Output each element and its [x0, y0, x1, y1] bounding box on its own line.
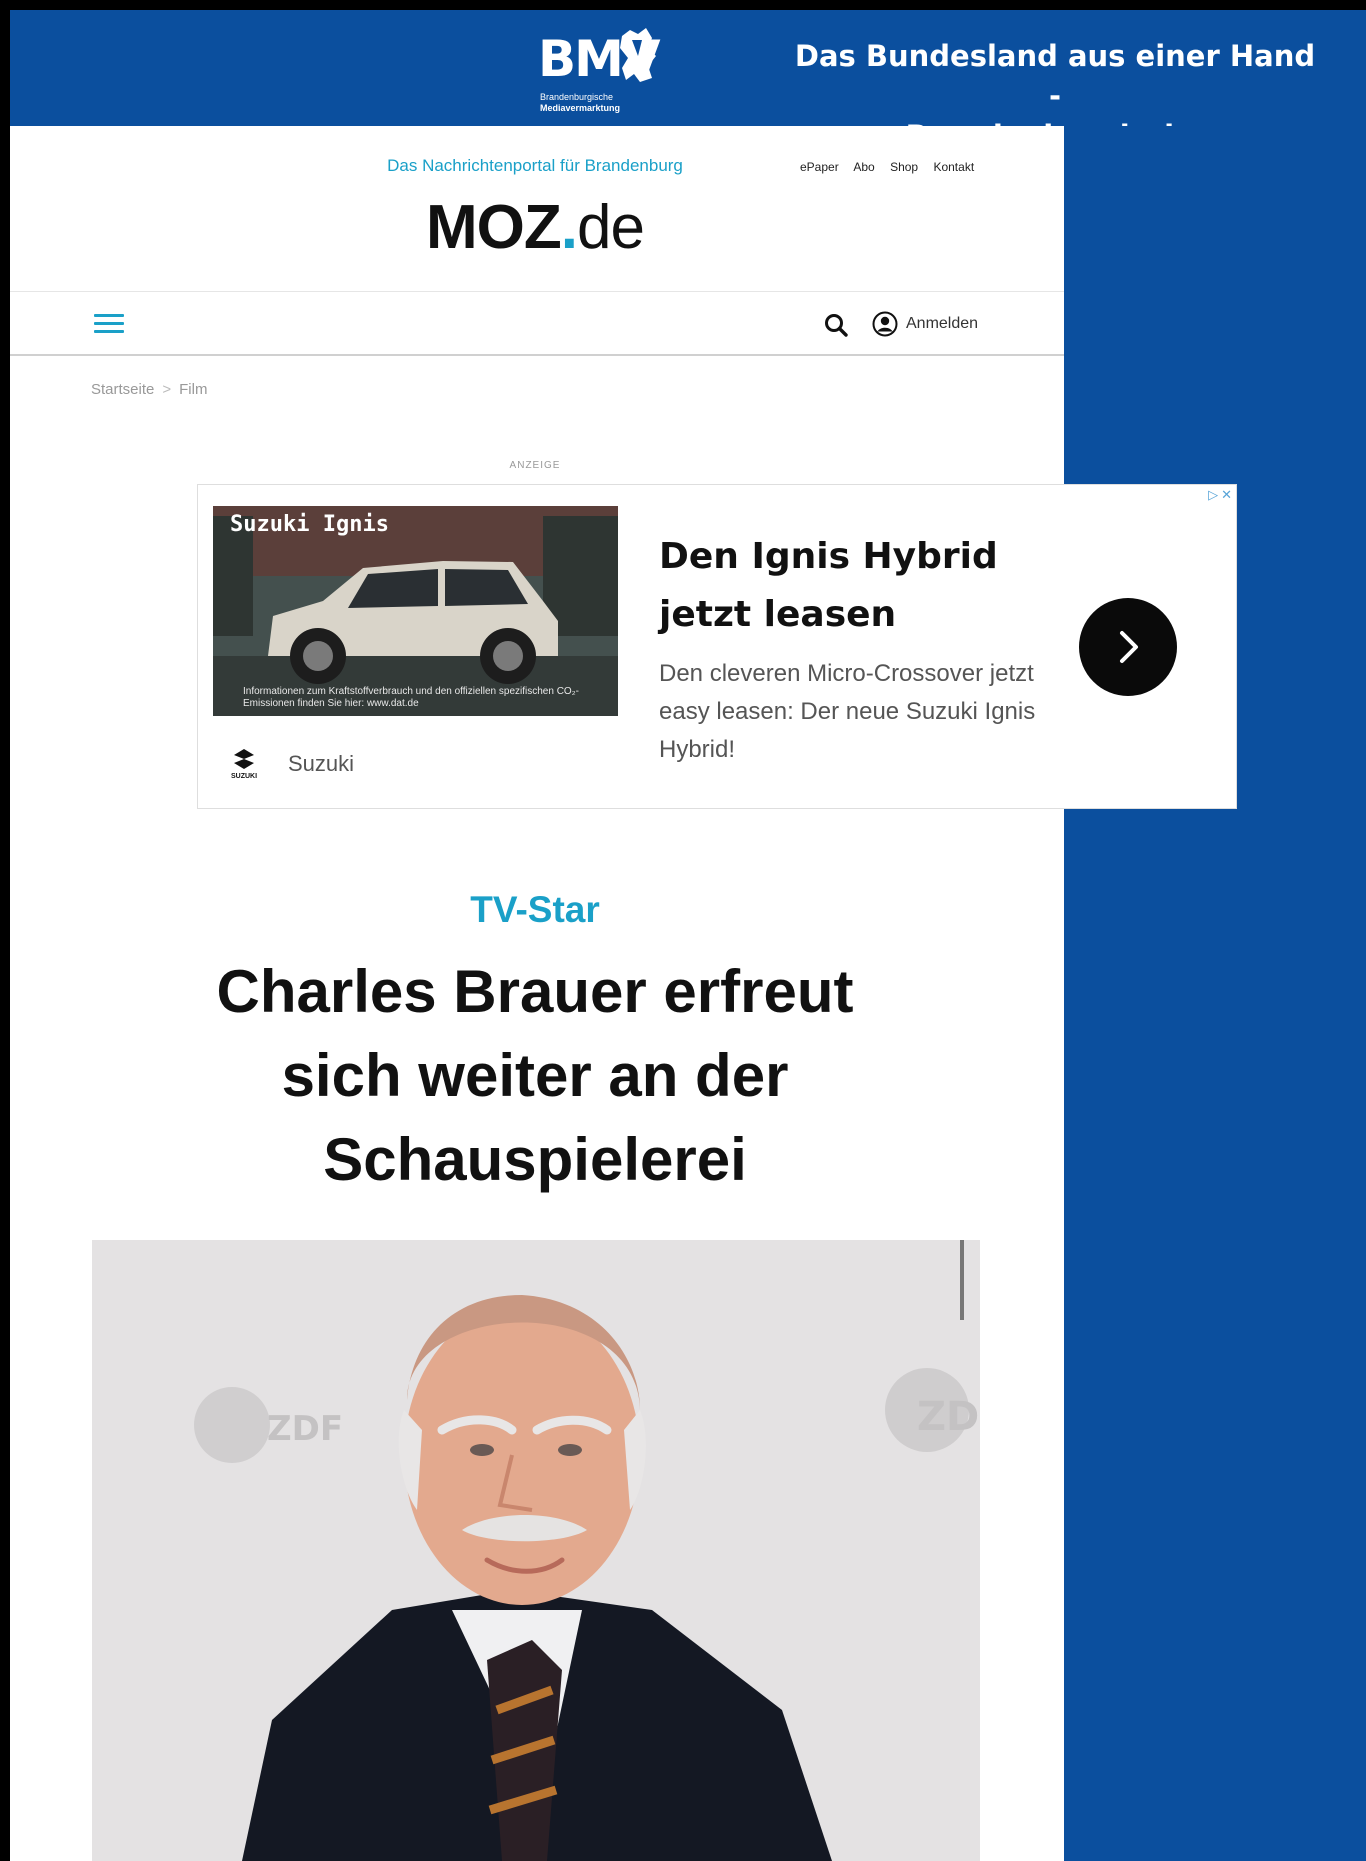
top-banner[interactable]: BMV Brandenburgische Mediavermarktung Da… — [10, 10, 1366, 193]
nav-bar: Anmelden — [10, 292, 1064, 356]
user-account-icon — [872, 311, 898, 337]
top-link-abo[interactable]: Abo — [853, 160, 874, 174]
suzuki-logo-text: SUZUKI — [231, 773, 257, 780]
ad-image-caption: Suzuki Ignis — [230, 512, 389, 537]
car-illustration — [213, 506, 618, 716]
bmv-logo[interactable]: BMV Brandenburgische Mediavermarktung — [526, 24, 686, 124]
ad-cta-button[interactable] — [1079, 598, 1177, 696]
ad-image[interactable]: Suzuki Ignis Informationen zum Kraftstof… — [213, 506, 618, 716]
top-link-kontakt[interactable]: Kontakt — [933, 160, 974, 174]
bmv-sub-line1: Brandenburgische — [540, 92, 614, 102]
ad-label: ANZEIGE — [509, 460, 561, 471]
hamburger-menu-icon[interactable] — [94, 314, 124, 334]
ad-brand[interactable]: SUZUKI Suzuki — [222, 747, 354, 781]
top-link-shop[interactable]: Shop — [890, 160, 918, 174]
adchoices-icon[interactable]: ▷ — [1208, 487, 1218, 503]
bmv-logo-subtitle: Brandenburgische Mediavermarktung — [540, 92, 620, 114]
hero-watermark-right: ZDF — [917, 1394, 980, 1440]
article-hero-image[interactable]: ZDF ZDF — [92, 1240, 980, 1861]
right-ad-bar[interactable] — [1064, 126, 1366, 1861]
breadcrumb-item-film[interactable]: Film — [179, 381, 207, 398]
login-label: Anmelden — [906, 315, 979, 332]
bmv-sub-line2: Mediavermarktung — [540, 103, 621, 113]
suzuki-logo-icon: SUZUKI — [231, 749, 257, 780]
ad-brand-name: Suzuki — [288, 751, 355, 776]
banner-slogan-line1: Das Bundesland aus einer Hand - — [794, 39, 1316, 113]
ad-choices[interactable]: ▷ ✕ — [1208, 487, 1232, 503]
close-icon[interactable]: ✕ — [1221, 487, 1232, 503]
search-icon[interactable] — [823, 312, 849, 338]
top-link-epaper[interactable]: ePaper — [800, 160, 839, 174]
site-logo-dot: . — [560, 193, 578, 262]
brandenburg-map-icon — [620, 28, 656, 82]
top-links: ePaper Abo Shop Kontakt — [800, 160, 986, 174]
ad-card[interactable]: ▷ ✕ Suzuki Ignis Informationen zum Kraft… — [197, 484, 1237, 809]
chevron-right-icon — [1120, 631, 1138, 663]
portrait-illustration: ZDF ZDF — [92, 1240, 980, 1861]
ad-headline[interactable]: Den Ignis Hybrid jetzt leasen — [659, 528, 1039, 644]
breadcrumb-separator: > — [162, 381, 172, 398]
article-kicker: TV-Star — [470, 889, 600, 930]
hero-watermark-left: ZDF — [267, 1409, 343, 1449]
breadcrumb-item-home[interactable]: Startseite — [91, 381, 154, 398]
site-tagline: Das Nachrichtenportal für Brandenburg — [387, 156, 683, 175]
article-headline: Charles Brauer erfreut sich weiter an de… — [216, 958, 854, 1193]
site-logo[interactable]: MOZ.de — [426, 192, 645, 263]
site-logo-tld: de — [576, 193, 645, 262]
breadcrumb: Startseite > Film — [91, 381, 207, 398]
ad-image-note: Informationen zum Kraftstoffverbrauch un… — [243, 686, 579, 709]
login-button[interactable]: Anmelden — [872, 310, 978, 338]
ad-description: Den cleveren Micro-Crossover jetzt easy … — [659, 660, 1036, 763]
site-logo-main: MOZ — [426, 193, 562, 262]
